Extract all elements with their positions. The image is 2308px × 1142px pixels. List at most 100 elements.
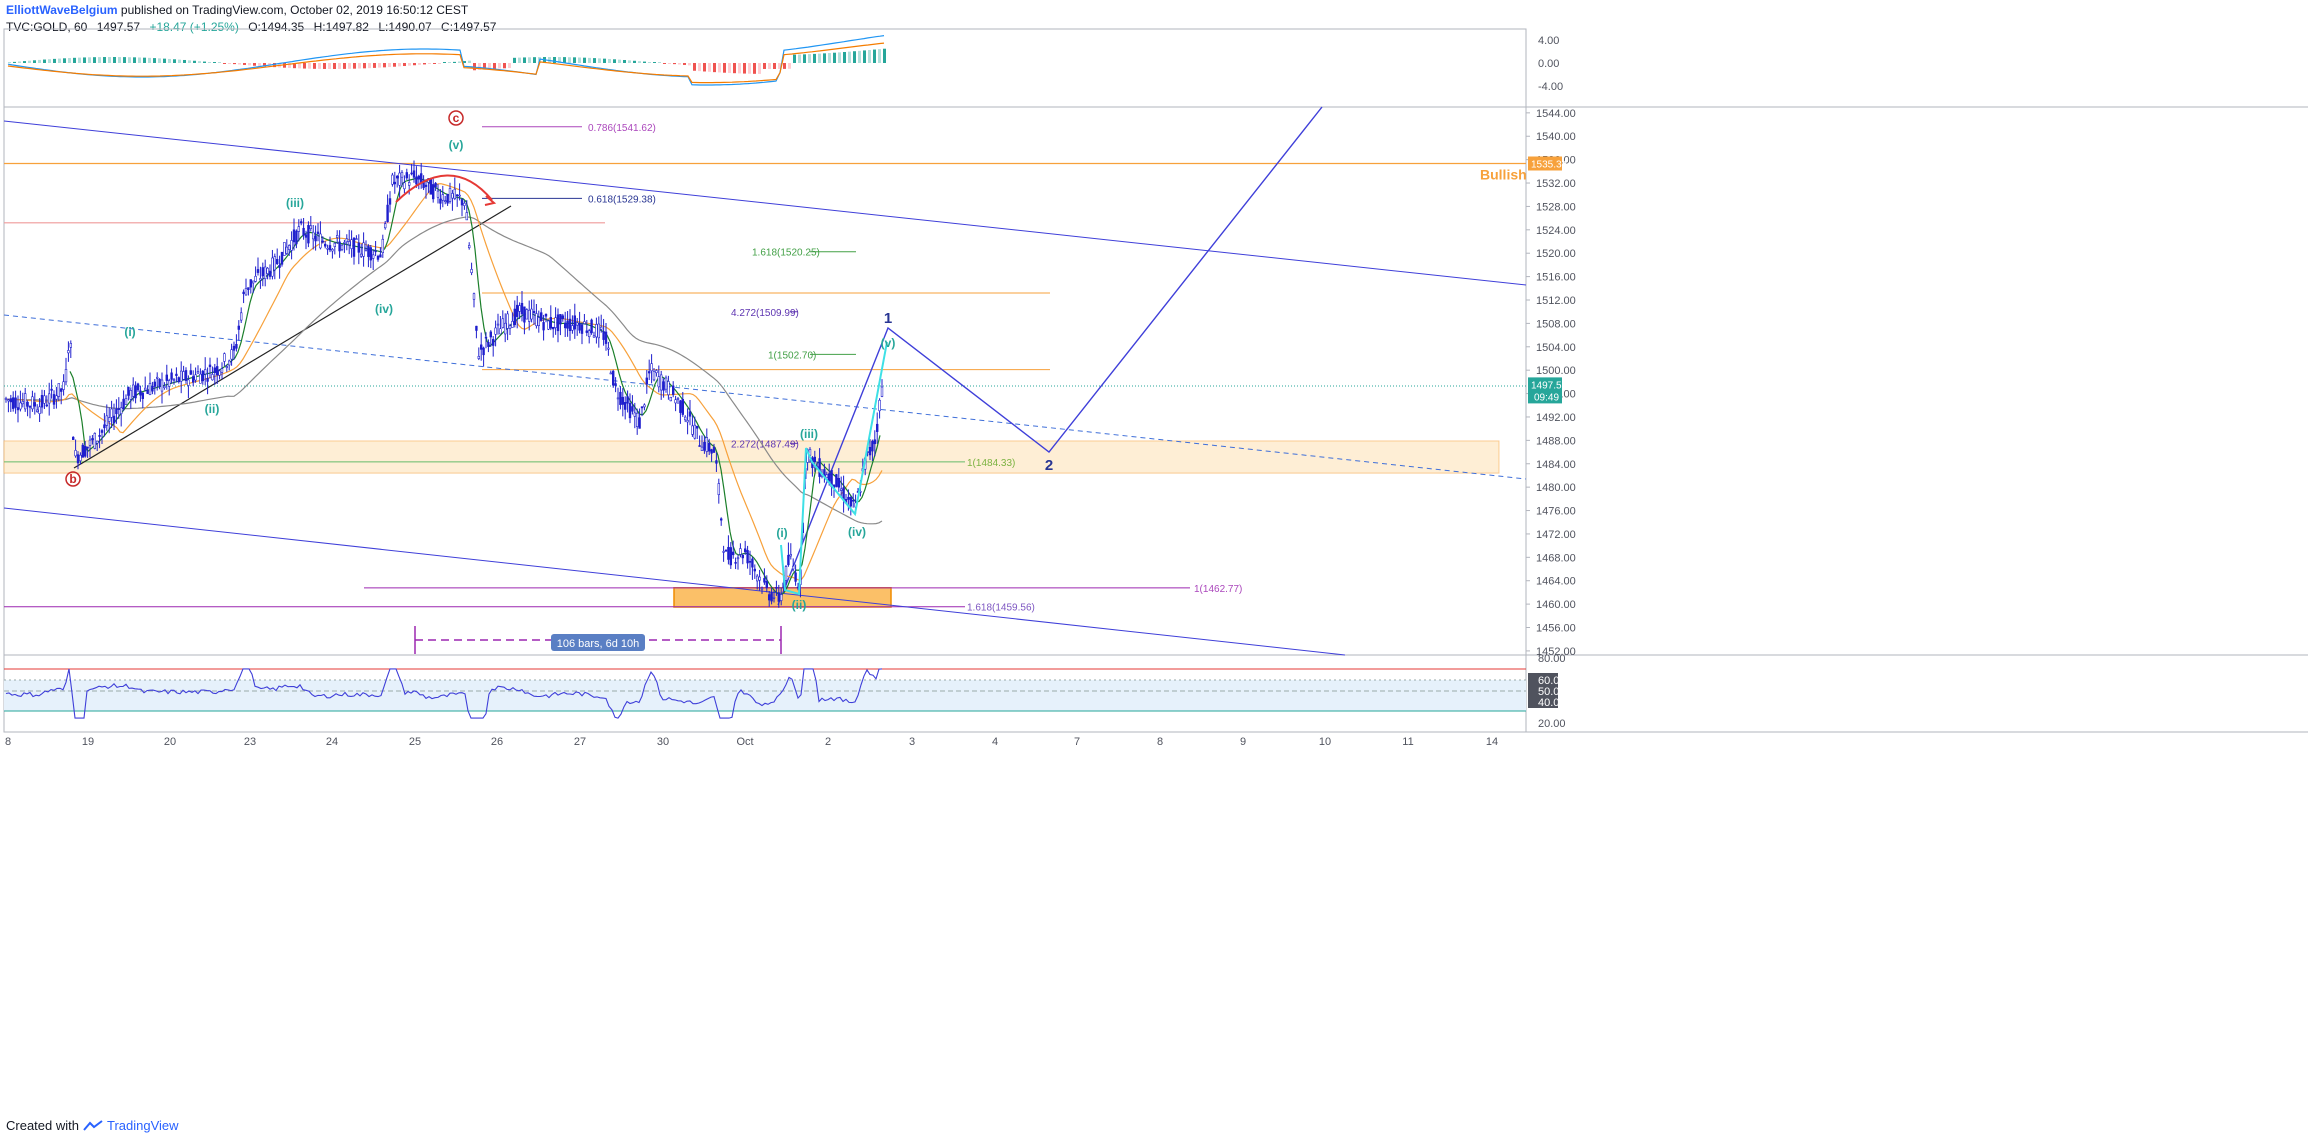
candle-body: [731, 551, 735, 556]
macd-histogram-bar: [388, 63, 391, 68]
candle-body: [753, 568, 757, 572]
time-tick-label: 27: [574, 736, 586, 748]
candle-body: [98, 435, 101, 437]
macd-histogram-bar: [53, 58, 56, 63]
candle-body: [873, 439, 877, 445]
price-chart[interactable]: 1544.001540.001536.001532.001528.001524.…: [0, 0, 2308, 1142]
macd-histogram-bar: [128, 57, 131, 63]
macd-histogram-bar: [233, 63, 236, 65]
candle-body: [237, 325, 240, 330]
candle-body: [674, 399, 677, 404]
candle-body: [443, 200, 447, 202]
candle-body: [837, 477, 841, 488]
macd-histogram-bar: [393, 63, 396, 67]
candle-body: [679, 400, 682, 413]
price-tick-label: 1480.00: [1536, 482, 1576, 494]
candle-body: [772, 597, 776, 599]
macd-histogram-bar: [443, 62, 446, 63]
macd-histogram-bar: [298, 63, 301, 69]
candle-body: [463, 202, 466, 206]
candle-body: [335, 235, 339, 238]
candle-body: [364, 248, 368, 251]
candle-body: [513, 308, 517, 326]
candle-body: [767, 594, 771, 601]
candle-body: [547, 320, 550, 330]
candle-body: [775, 587, 778, 589]
macd-histogram-bar: [73, 57, 76, 63]
price-tick-label: 1472.00: [1536, 529, 1576, 541]
candle-body: [292, 229, 296, 243]
time-tick-label: 7: [1074, 736, 1080, 748]
candle-body: [252, 280, 255, 284]
macd-histogram-bar: [763, 63, 766, 69]
candle-body: [470, 269, 473, 273]
candle-body: [871, 440, 874, 452]
time-tick-label: 23: [244, 736, 256, 748]
candle-body: [760, 587, 764, 590]
macd-histogram-bar: [133, 57, 136, 63]
macd-histogram-bar: [138, 57, 141, 63]
candle-body: [818, 458, 821, 477]
macd-histogram-bar: [403, 63, 406, 67]
candle-body: [259, 278, 262, 281]
candle-body: [134, 385, 137, 399]
candle-body: [417, 175, 420, 180]
candle-body: [734, 562, 737, 564]
created-with-text: Created with: [6, 1118, 79, 1133]
candle-body: [280, 251, 284, 265]
candle-body: [729, 547, 733, 566]
candle-body: [393, 181, 396, 185]
candle-body: [482, 347, 485, 356]
candle-body: [439, 198, 442, 204]
candle-body: [194, 374, 197, 381]
macd-histogram-bar: [243, 63, 246, 65]
candle-body: [410, 172, 413, 175]
candle-body: [302, 227, 305, 236]
candle-body: [115, 408, 118, 415]
tradingview-link[interactable]: TradingView: [107, 1118, 179, 1133]
time-tick-label: Oct: [736, 736, 753, 748]
macd-histogram-bar: [803, 54, 806, 63]
candle-body: [40, 395, 44, 408]
upper-channel-line: [3, 120, 1527, 286]
candle-body: [467, 245, 471, 249]
macd-histogram-bar: [838, 52, 841, 63]
rsi-tick-label: 20.00: [1538, 718, 1566, 730]
candle-body: [664, 377, 668, 390]
candle-body: [755, 575, 759, 582]
macd-histogram-bar: [818, 53, 821, 63]
candle-body: [580, 324, 584, 334]
candle-body: [278, 265, 281, 268]
macd-histogram-bar: [783, 63, 786, 69]
macd-histogram-bar: [773, 63, 776, 69]
macd-histogram-bar: [678, 63, 681, 65]
candle-body: [868, 446, 872, 456]
macd-histogram-bar: [503, 63, 506, 69]
candle-body: [263, 266, 267, 280]
candle-body: [695, 425, 699, 429]
candle-body: [719, 518, 723, 521]
candle-body: [475, 325, 478, 331]
candle-body: [79, 454, 82, 462]
macd-histogram-bar: [43, 59, 46, 63]
candle-body: [35, 409, 39, 412]
macd-histogram-bar: [433, 63, 436, 64]
time-tick-label: 11: [1402, 736, 1413, 748]
candle-body: [518, 305, 521, 312]
macd-histogram-bar: [223, 63, 226, 64]
candle-body: [676, 398, 680, 400]
macd-histogram-bar: [303, 63, 306, 69]
candle-body: [180, 370, 183, 382]
candle-body: [626, 396, 629, 404]
candle-body: [650, 363, 653, 372]
candle-body: [333, 242, 336, 247]
macd-histogram-bar: [618, 59, 621, 63]
macd-histogram-bar: [533, 57, 536, 63]
candle-body: [599, 326, 603, 330]
price-tick-label: 1540.00: [1536, 131, 1576, 143]
candle-body: [835, 474, 838, 487]
candle-body: [19, 402, 22, 410]
candle-body: [667, 381, 670, 396]
macd-histogram-bar: [178, 59, 181, 63]
candle-body: [228, 360, 231, 366]
